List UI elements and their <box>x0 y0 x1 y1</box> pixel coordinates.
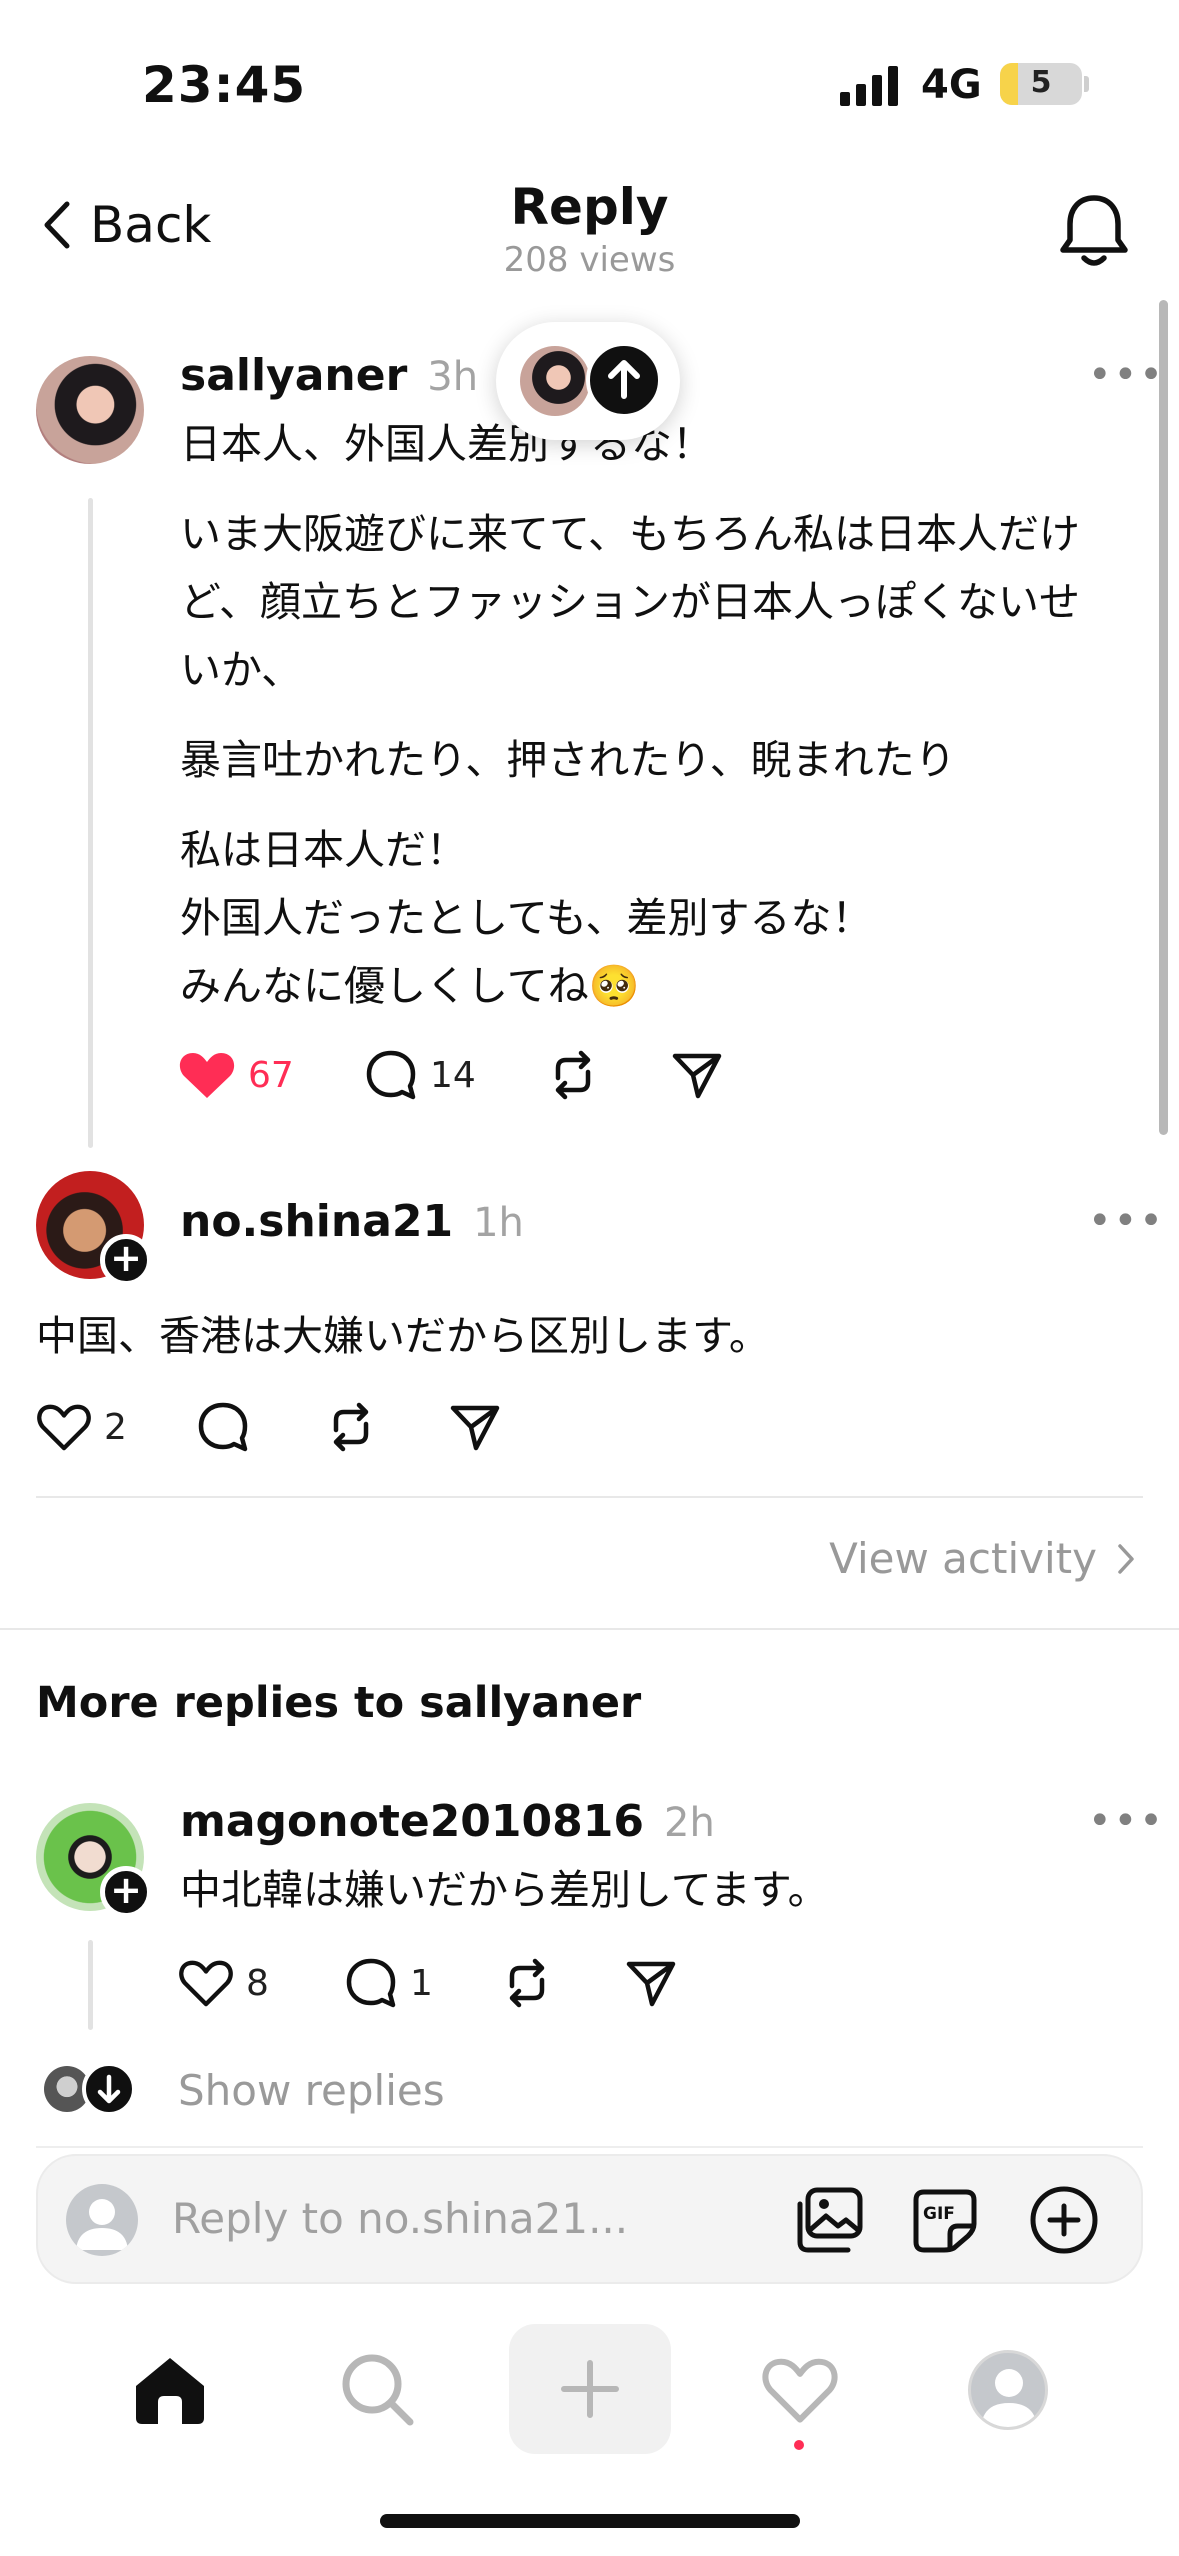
repost-icon <box>555 1050 591 1100</box>
battery-tip <box>1084 76 1089 92</box>
reply-button[interactable]: 14 <box>364 1048 546 1102</box>
post-actions: 8 1 <box>178 1956 678 2010</box>
scroll-to-top-button[interactable] <box>496 322 680 440</box>
repost-button[interactable] <box>546 1048 670 1102</box>
more-options-icon[interactable]: ••• <box>1088 1798 1165 1844</box>
home-icon <box>136 2358 204 2424</box>
heart-icon <box>179 1053 235 1098</box>
like-button[interactable]: 2 <box>36 1402 196 1452</box>
divider <box>36 1496 1143 1498</box>
status-time: 23:45 <box>142 56 307 114</box>
reply-composer: Reply to no.shina21... GIF <box>36 2154 1143 2284</box>
cellular-signal-icon <box>840 66 898 106</box>
battery-level: 5 <box>1030 65 1052 100</box>
comment-icon <box>366 1050 416 1100</box>
share-icon <box>450 1405 500 1451</box>
more-options-icon[interactable]: ••• <box>1088 1198 1165 1244</box>
post-paragraph: 暴言吐かれたり、押されたり、睨まれたり <box>180 736 956 784</box>
tab-home[interactable] <box>110 2340 230 2440</box>
like-count: 2 <box>104 1406 127 1448</box>
more-options-icon[interactable]: ••• <box>1088 352 1165 398</box>
post-header: sallyaner 3h <box>180 350 478 401</box>
repost-button[interactable] <box>324 1400 448 1454</box>
share-button[interactable] <box>670 1048 724 1102</box>
repost-button[interactable] <box>500 1956 624 2010</box>
view-count: 208 views <box>503 240 676 280</box>
username[interactable]: sallyaner <box>180 350 407 401</box>
divider <box>36 2146 1143 2148</box>
reply-input[interactable]: Reply to no.shina21... <box>172 2194 628 2243</box>
username[interactable]: no.shina21 <box>180 1196 453 1247</box>
post-paragraph: 私は日本人だ！ 外国人だったとしても、差別するな！ みんなに優しくしてね🥺 <box>180 826 873 1010</box>
avatar <box>520 346 590 416</box>
section-divider <box>0 1628 1179 1630</box>
gif-icon[interactable]: GIF <box>910 2186 980 2256</box>
thread-line <box>88 498 93 1148</box>
tab-profile[interactable] <box>948 2340 1068 2440</box>
avatar[interactable] <box>36 356 144 464</box>
tab-search[interactable] <box>318 2340 438 2440</box>
search-icon <box>342 2354 414 2426</box>
post-body: 中北韓は嫌いだから差別してます。 <box>180 1866 829 1914</box>
show-replies-link[interactable]: Show replies <box>178 2066 445 2115</box>
chevron-right-icon <box>1118 1543 1134 1574</box>
photo-library-icon[interactable] <box>794 2186 866 2256</box>
post-header: no.shina21 1h <box>180 1196 524 1247</box>
post-body: 中国、香港は大嫌いだから区別します。 <box>36 1312 770 1360</box>
post-actions: 67 14 <box>178 1048 724 1102</box>
post-body: 日本人、外国人差別するな！ いま大阪遊びに来てて、もちろん私は日本人だけど、顔立… <box>180 410 1110 1042</box>
timestamp: 3h <box>427 354 479 400</box>
scrollbar[interactable] <box>1159 300 1168 1135</box>
person-icon <box>76 2199 128 2250</box>
network-type: 4G <box>921 62 982 108</box>
arrow-up-icon <box>586 342 662 418</box>
page-title: Reply <box>510 178 669 236</box>
comment-icon <box>198 1402 248 1452</box>
view-activity-link[interactable]: View activity <box>829 1534 1135 1583</box>
view-activity-label: View activity <box>829 1534 1097 1583</box>
post-header: magonote2010816 2h <box>180 1796 715 1847</box>
more-replies-title: More replies to sallyaner <box>36 1678 642 1728</box>
timestamp: 1h <box>473 1200 524 1246</box>
repost-icon <box>509 1958 545 2008</box>
share-button[interactable] <box>624 1956 678 2010</box>
tab-create[interactable] <box>509 2324 671 2454</box>
reply-count: 14 <box>430 1054 476 1096</box>
post-paragraph: いま大阪遊びに来てて、もちろん私は日本人だけど、顔立ちとファッションが日本人っぽ… <box>180 510 1080 694</box>
tab-activity[interactable] <box>740 2340 860 2440</box>
share-button[interactable] <box>448 1400 502 1454</box>
share-icon <box>672 1053 722 1099</box>
plus-icon <box>561 2360 619 2418</box>
like-count: 67 <box>248 1054 294 1096</box>
post-actions: 2 <box>36 1400 502 1454</box>
notification-dot <box>794 2440 804 2450</box>
arrow-down-icon[interactable] <box>82 2062 136 2116</box>
timestamp: 2h <box>664 1800 715 1846</box>
comment-icon <box>346 1958 396 2008</box>
reply-count: 1 <box>410 1962 433 2004</box>
repost-icon <box>333 1402 369 1452</box>
reply-button[interactable] <box>196 1400 324 1454</box>
like-button[interactable]: 67 <box>178 1049 364 1101</box>
avatar <box>66 2184 138 2256</box>
profile-icon <box>968 2350 1048 2430</box>
bell-icon[interactable] <box>1058 192 1130 270</box>
svg-text:GIF: GIF <box>923 2204 955 2224</box>
thread-line <box>88 1940 93 2030</box>
follow-plus-icon[interactable]: + <box>100 1866 152 1918</box>
battery-icon: 5 <box>1000 63 1082 105</box>
share-icon <box>626 1961 676 2007</box>
like-count: 8 <box>246 1962 269 2004</box>
heart-icon <box>762 2358 838 2423</box>
like-button[interactable]: 8 <box>178 1958 344 2008</box>
follow-plus-icon[interactable]: + <box>100 1234 152 1286</box>
home-indicator <box>380 2514 800 2528</box>
heart-icon <box>37 1404 91 1451</box>
heart-icon <box>179 1960 233 2007</box>
plus-circle-icon[interactable] <box>1028 2184 1100 2256</box>
username[interactable]: magonote2010816 <box>180 1796 644 1847</box>
reply-button[interactable]: 1 <box>344 1956 500 2010</box>
